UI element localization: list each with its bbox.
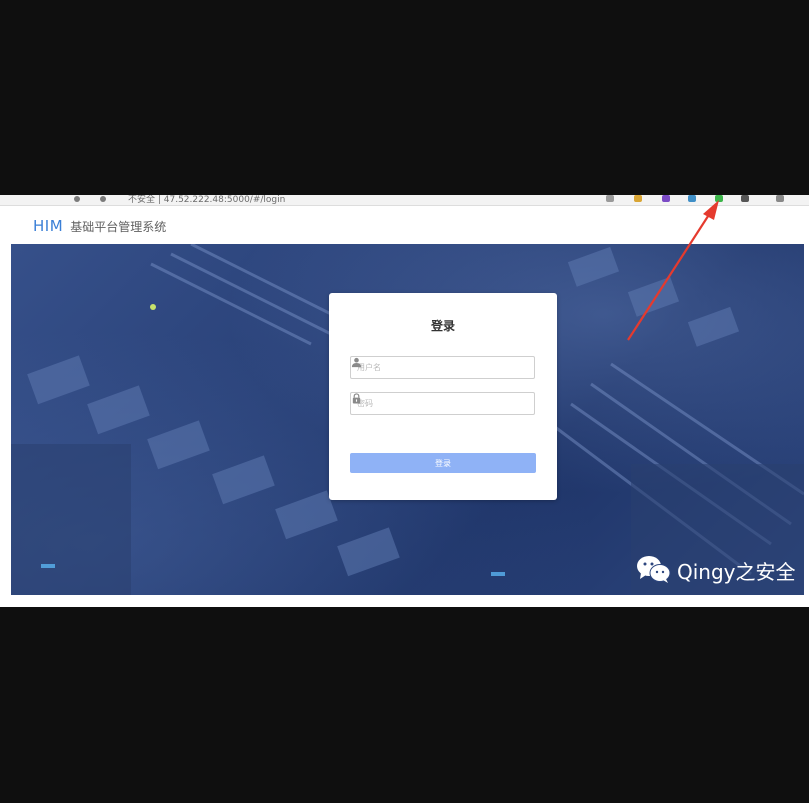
arrow-annotation (627, 200, 719, 341)
wechat-icon (637, 556, 671, 583)
watermark-text: Qingy之安全 (677, 560, 796, 584)
